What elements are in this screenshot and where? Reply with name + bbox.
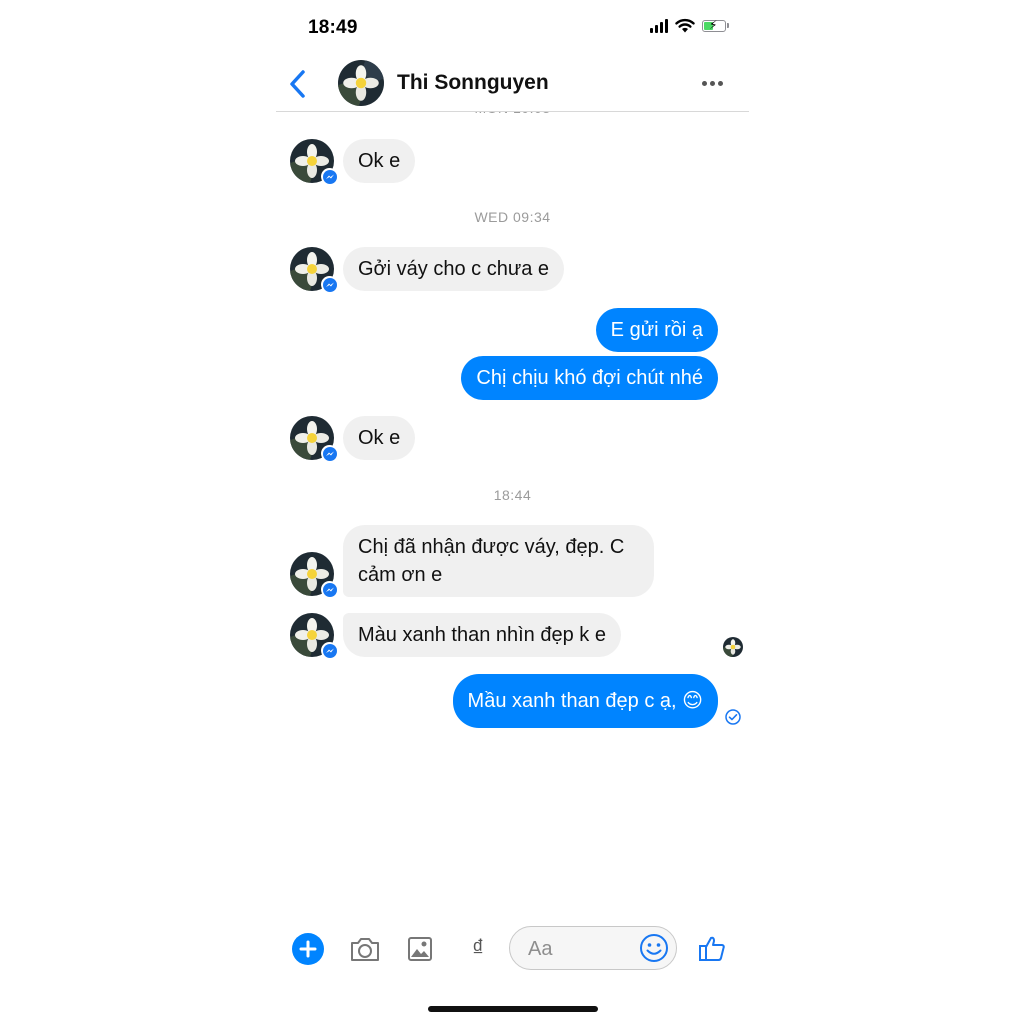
- messenger-badge-icon: [321, 276, 338, 293]
- sender-avatar: [290, 139, 338, 185]
- incoming-message[interactable]: Chị đã nhận được váy, đẹp. C cảm ơn e: [343, 525, 654, 597]
- plus-icon: [299, 940, 317, 958]
- outgoing-message[interactable]: E gửi rồi ạ: [595, 308, 718, 352]
- incoming-message[interactable]: Ok e: [343, 416, 416, 460]
- status-icons: ⚡: [650, 18, 729, 33]
- camera-button[interactable]: [347, 931, 383, 967]
- timestamp-divider: WED 09:34: [474, 209, 551, 225]
- cellular-signal-icon: [650, 18, 668, 33]
- contact-name[interactable]: Thi Sonnguyen: [397, 71, 549, 95]
- camera-icon: [351, 938, 379, 961]
- outgoing-message[interactable]: Mầu xanh than đẹp c ạ, 😊: [452, 674, 718, 728]
- flower-avatar-image: [338, 60, 384, 106]
- gallery-button[interactable]: [402, 931, 438, 967]
- incoming-message[interactable]: Ok e: [343, 139, 416, 183]
- sent-check-icon: [725, 709, 741, 725]
- emoji-icon[interactable]: [638, 932, 670, 964]
- outgoing-message[interactable]: Chị chịu khó đợi chút nhé: [461, 356, 718, 400]
- messenger-badge-icon: [321, 168, 338, 185]
- message-composer: ₫: [276, 922, 749, 978]
- charging-bolt-icon: ⚡: [709, 17, 718, 32]
- contact-avatar[interactable]: [338, 60, 384, 106]
- image-icon: [408, 937, 432, 961]
- battery-icon: ⚡: [702, 17, 729, 32]
- sender-avatar: [290, 613, 338, 659]
- messenger-badge-icon: [321, 445, 338, 462]
- messenger-badge-icon: [321, 642, 338, 659]
- message-input[interactable]: [526, 935, 630, 963]
- more-options-button[interactable]: [695, 70, 729, 96]
- incoming-message[interactable]: Gởi váy cho c chưa e: [343, 247, 565, 291]
- timestamp-divider: 18:44: [493, 487, 532, 503]
- like-button[interactable]: [694, 931, 730, 967]
- incoming-message[interactable]: Màu xanh than nhìn đẹp k e: [343, 613, 621, 657]
- dong-icon: ₫: [471, 935, 485, 962]
- message-input-wrapper: [509, 926, 677, 970]
- back-button[interactable]: [284, 66, 314, 102]
- conversation-header: Thi Sonnguyen: [276, 56, 749, 112]
- wifi-icon: [675, 18, 695, 33]
- messenger-screen: 18:49 ⚡ Thi Sonnguyen Ok e WED 09:34 Gởi…: [276, 0, 749, 1024]
- sender-avatar: [290, 416, 338, 462]
- messenger-badge-icon: [321, 581, 338, 598]
- seen-indicator-avatar: [723, 637, 743, 657]
- sender-avatar: [290, 247, 338, 293]
- home-indicator: [428, 1006, 598, 1012]
- chevron-left-icon: [290, 70, 305, 98]
- status-time: 18:49: [308, 17, 358, 38]
- plus-button[interactable]: [292, 933, 324, 965]
- thumbs-up-icon: [699, 936, 725, 961]
- payment-button[interactable]: ₫: [460, 931, 496, 967]
- sender-avatar: [290, 552, 338, 598]
- more-horizontal-icon: [701, 80, 707, 86]
